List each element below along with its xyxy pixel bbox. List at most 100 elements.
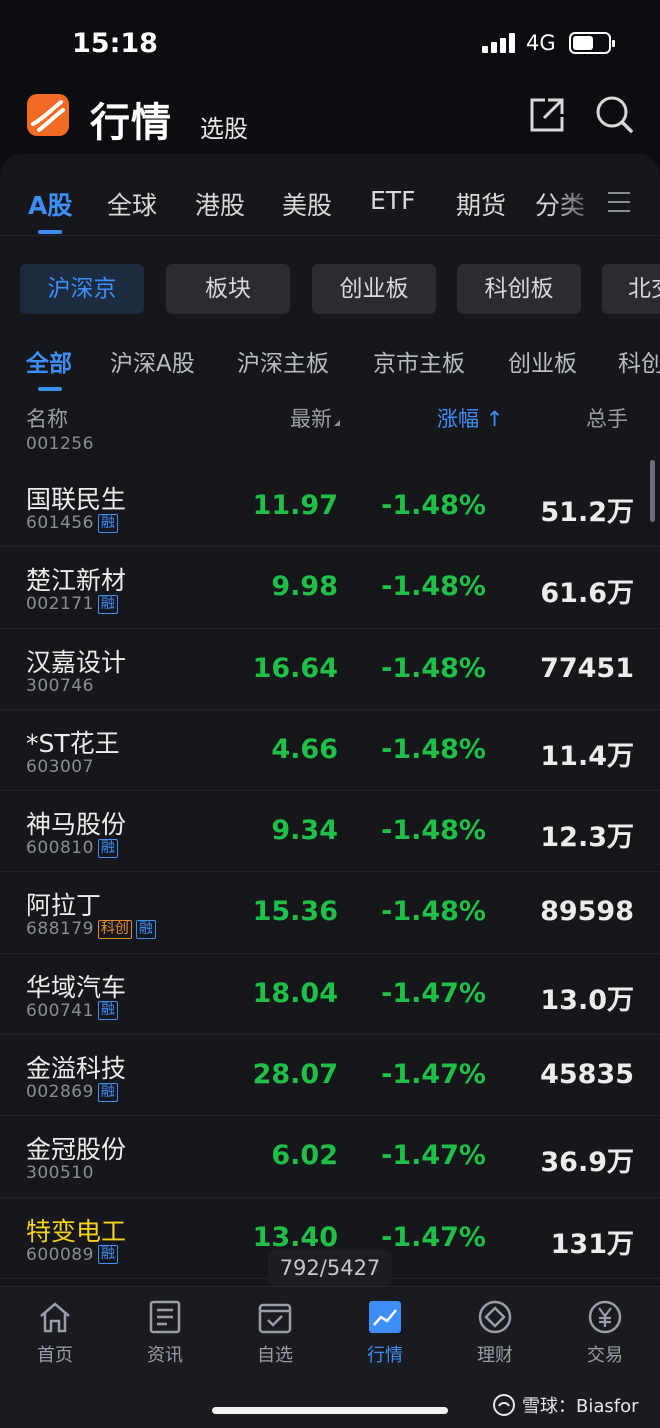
col-change[interactable]: 涨幅 ↑ (437, 403, 503, 433)
segment-chinext[interactable]: 创业板 (312, 264, 436, 314)
latest-price: 9.34 (271, 815, 338, 847)
stock-name: 金溢科技 (26, 1054, 127, 1084)
margin-badge: 融 (97, 594, 118, 614)
signal-icon (482, 33, 516, 53)
latest-price: 18.04 (252, 977, 338, 1009)
latest-price: 13.40 (252, 1221, 338, 1253)
tab-hk[interactable]: 港股 (195, 186, 245, 222)
stock-name: 楚江新材 (26, 566, 127, 596)
scrollbar[interactable] (650, 460, 655, 522)
stock-name: 华域汽车 (26, 972, 127, 1002)
active-subtab-indicator (38, 387, 62, 391)
total-hand: 61.6万 (540, 578, 634, 610)
subtab-star[interactable]: 科创 (618, 344, 660, 378)
change-percent: -1.48% (381, 652, 486, 684)
star-market-badge: 科创 (97, 919, 132, 939)
tab-category[interactable]: 分类 (535, 186, 585, 222)
stock-row[interactable]: 国联民生 601456 融 11.97 -1.48% 51.2万 (0, 466, 660, 548)
code-line: 600089 融 (26, 1245, 118, 1265)
latest-price: 11.97 (252, 490, 338, 521)
tab-etf[interactable]: ETF (370, 186, 415, 215)
change-percent: -1.48% (381, 490, 486, 521)
segment-bse[interactable]: 北交 (602, 264, 660, 314)
nav-wealth[interactable]: 理财 (450, 1297, 540, 1367)
stock-code: 601456 (26, 513, 94, 533)
subtab-chinext[interactable]: 创业板 (508, 344, 577, 378)
news-icon (149, 1300, 181, 1334)
active-tab-indicator (38, 230, 62, 234)
stock-row[interactable]: 汉嘉设计 300746 16.64 -1.48% 77451 (0, 629, 660, 710)
stock-code: 600741 (26, 1000, 94, 1021)
margin-badge: 融 (135, 919, 156, 939)
stock-name: 特变电工 (26, 1216, 127, 1246)
col-name: 名称 (26, 407, 68, 431)
segment-sector[interactable]: 板块 (166, 264, 290, 314)
tab-global[interactable]: 全球 (107, 186, 157, 222)
stock-row[interactable]: *ST花王 603007 4.66 -1.48% 11.4万 (0, 710, 660, 792)
subtab-all[interactable]: 全部 (26, 344, 72, 378)
change-percent: -1.47% (381, 1059, 486, 1091)
stock-code: 600810 (26, 838, 94, 859)
change-percent: -1.47% (381, 1140, 486, 1172)
margin-badge: 融 (97, 1245, 118, 1265)
latest-price: 15.36 (252, 896, 338, 928)
segment-star[interactable]: 科创板 (457, 264, 581, 314)
subtab-hs-a[interactable]: 沪深A股 (110, 344, 195, 378)
nav-watchlist[interactable]: 自选 (230, 1297, 320, 1367)
tab-a-shares[interactable]: A股 (28, 186, 72, 222)
stock-row[interactable]: 华域汽车 600741 融 18.04 -1.47% 13.0万 (0, 954, 660, 1036)
total-hand: 11.4万 (540, 740, 634, 772)
total-hand: 89598 (540, 896, 634, 928)
col-latest[interactable]: 最新 (290, 403, 340, 433)
search-icon[interactable] (594, 94, 634, 136)
nav-home[interactable]: 首页 (10, 1297, 100, 1367)
tab-us[interactable]: 美股 (282, 186, 332, 222)
share-icon[interactable] (528, 96, 566, 134)
margin-badge: 融 (97, 1082, 118, 1102)
menu-icon[interactable] (608, 192, 630, 212)
market-tabs: A股 全球 港股 美股 ETF 期货 分类 (0, 154, 660, 236)
tab-futures[interactable]: 期货 (456, 186, 506, 222)
stock-picker-link[interactable]: 选股 (200, 109, 248, 144)
column-header: 名称 最新 涨幅 ↑ 总手 (0, 397, 660, 437)
total-hand: 77451 (540, 652, 634, 684)
nav-market[interactable]: 行情 (340, 1297, 430, 1367)
stock-name: 金冠股份 (26, 1135, 127, 1165)
stock-row[interactable]: 金冠股份 300510 6.02 -1.47% 36.9万 (0, 1116, 660, 1198)
trade-icon (588, 1300, 622, 1334)
stock-code: 002171 (26, 594, 94, 615)
total-hand: 45835 (540, 1059, 634, 1091)
home-indicator[interactable] (212, 1407, 448, 1414)
stock-code: 688179 (26, 919, 94, 940)
stock-name: 神马股份 (26, 810, 127, 840)
total-hand: 51.2万 (540, 497, 634, 528)
stock-name: 阿拉丁 (26, 891, 102, 921)
stock-row[interactable]: 楚江新材 002171 融 9.98 -1.48% 61.6万 (0, 547, 660, 629)
latest-price: 16.64 (252, 652, 338, 684)
code-line: 002171 融 (26, 594, 118, 614)
code-line: 002869 融 (26, 1082, 118, 1102)
battery-icon (569, 32, 615, 54)
latest-price: 9.98 (271, 571, 338, 603)
col-total-hand[interactable]: 总手 (586, 403, 628, 433)
code-line: 300510 (26, 1163, 94, 1183)
stock-row[interactable]: 阿拉丁 688179 科创融 15.36 -1.48% 89598 (0, 872, 660, 954)
stock-code: 603007 (26, 756, 94, 777)
nav-news[interactable]: 资讯 (120, 1297, 210, 1367)
subtab-hs-main[interactable]: 沪深主板 (237, 344, 329, 378)
nav-trade[interactable]: 交易 (560, 1297, 650, 1367)
app-logo-icon (27, 94, 69, 136)
stock-name: *ST花王 (26, 728, 120, 758)
stock-row[interactable]: 神马股份 600810 融 9.34 -1.48% 12.3万 (0, 791, 660, 873)
app-header: 行情 选股 (0, 80, 660, 154)
stock-row[interactable]: 金溢科技 002869 融 28.07 -1.47% 45835 (0, 1035, 660, 1117)
code-line: 603007 (26, 757, 94, 777)
stock-code: 300510 (26, 1163, 94, 1184)
page-counter: 792/5427 (268, 1250, 392, 1286)
sort-ascending-icon: ↑ (485, 407, 504, 431)
status-time: 15:18 (72, 28, 158, 59)
change-percent: -1.48% (381, 733, 486, 765)
wealth-icon (478, 1300, 512, 1334)
subtab-bj-main[interactable]: 京市主板 (373, 344, 465, 378)
segment-hs-bj[interactable]: 沪深京 (20, 264, 144, 314)
